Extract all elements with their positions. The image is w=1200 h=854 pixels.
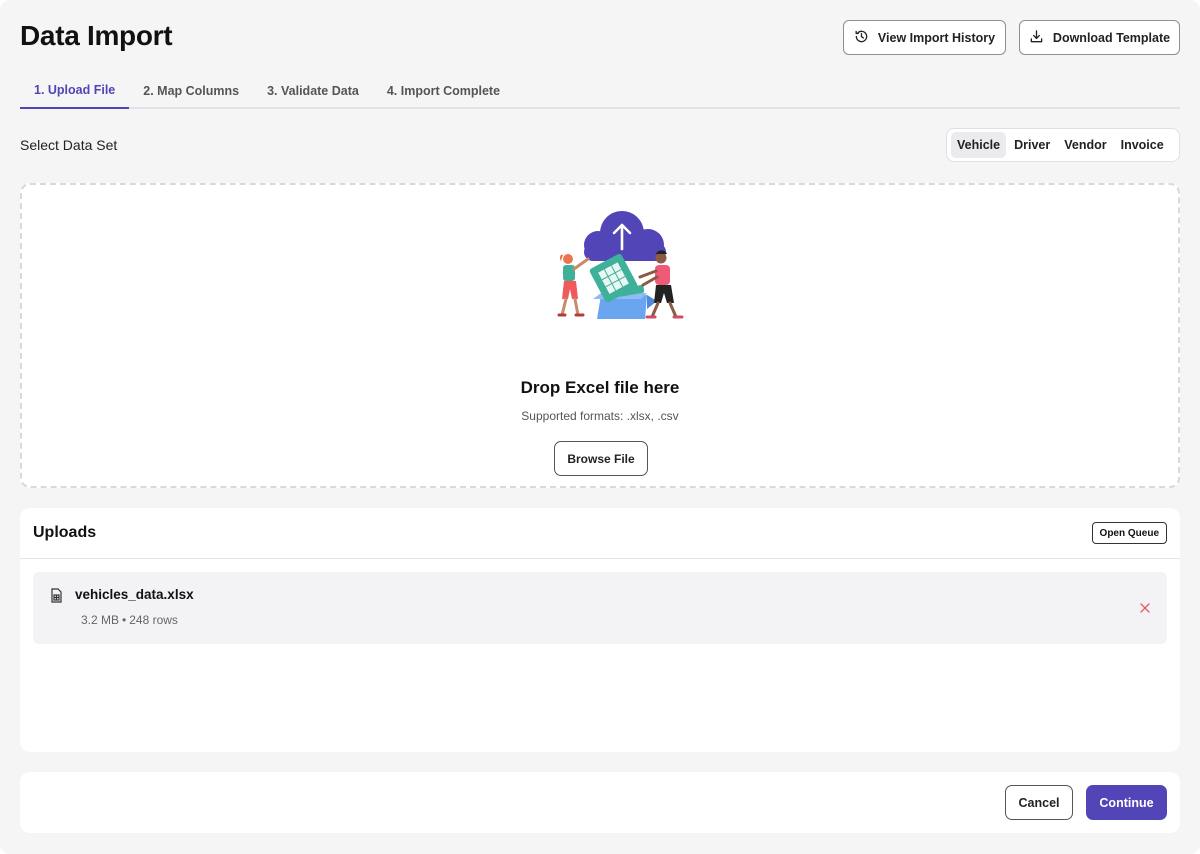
- data-set-option-vehicle[interactable]: Vehicle: [951, 132, 1007, 158]
- select-data-set-label: Select Data Set: [20, 137, 118, 153]
- download-template-label: Download Template: [1052, 30, 1171, 45]
- page-title: Data Import: [20, 20, 173, 51]
- drop-zone-title: Drop Excel file here: [520, 378, 680, 397]
- spreadsheet-file-icon: [50, 588, 63, 603]
- remove-file-close-icon[interactable]: [1139, 601, 1151, 613]
- file-meta: 3.2 MB • 248 rows: [81, 613, 178, 627]
- data-import-page: Data Import View Import History Download…: [0, 0, 1200, 854]
- upload-file-item: vehicles_data.xlsx 3.2 MB • 248 rows: [33, 572, 1167, 644]
- footer-actions: Cancel Continue: [20, 772, 1180, 833]
- history-icon: [854, 29, 869, 47]
- uploads-header: Uploads Open Queue: [20, 508, 1180, 559]
- file-drop-zone[interactable]: Drop Excel file here Supported formats: …: [20, 183, 1180, 488]
- tab-upload-file[interactable]: 1. Upload File: [20, 73, 130, 109]
- data-set-option-invoice[interactable]: Invoice: [1115, 132, 1170, 158]
- tab-validate-data[interactable]: 3. Validate Data: [253, 73, 373, 109]
- data-set-option-vendor[interactable]: Vendor: [1058, 132, 1112, 158]
- file-name: vehicles_data.xlsx: [75, 587, 194, 602]
- tab-import-complete[interactable]: 4. Import Complete: [373, 73, 514, 109]
- download-template-button[interactable]: Download Template: [1019, 20, 1180, 55]
- data-set-option-driver[interactable]: Driver: [1008, 132, 1056, 158]
- tab-map-columns[interactable]: 2. Map Columns: [129, 73, 253, 109]
- download-icon: [1029, 29, 1044, 47]
- view-import-history-label: View Import History: [877, 30, 996, 45]
- uploads-panel: Uploads Open Queue vehicles_data.xlsx 3.…: [20, 508, 1180, 752]
- cloud-upload-icon: [584, 211, 666, 261]
- browse-file-button[interactable]: Browse File: [554, 441, 648, 476]
- view-import-history-button[interactable]: View Import History: [843, 20, 1006, 55]
- cancel-button[interactable]: Cancel: [1005, 785, 1073, 820]
- file-size: 3.2 MB: [81, 613, 120, 627]
- open-queue-button[interactable]: Open Queue: [1091, 522, 1167, 544]
- uploads-title: Uploads: [33, 524, 97, 541]
- data-set-selector: Vehicle Driver Vendor Invoice: [946, 128, 1180, 162]
- meta-separator: •: [122, 613, 127, 627]
- import-steps-tabs: 1. Upload File 2. Map Columns 3. Validat…: [20, 73, 1180, 109]
- file-row-count: 248 rows: [129, 613, 178, 627]
- upload-illustration: [530, 207, 710, 347]
- supported-formats-text: Supported formats: .xlsx, .csv: [521, 409, 679, 423]
- continue-button[interactable]: Continue: [1086, 785, 1167, 820]
